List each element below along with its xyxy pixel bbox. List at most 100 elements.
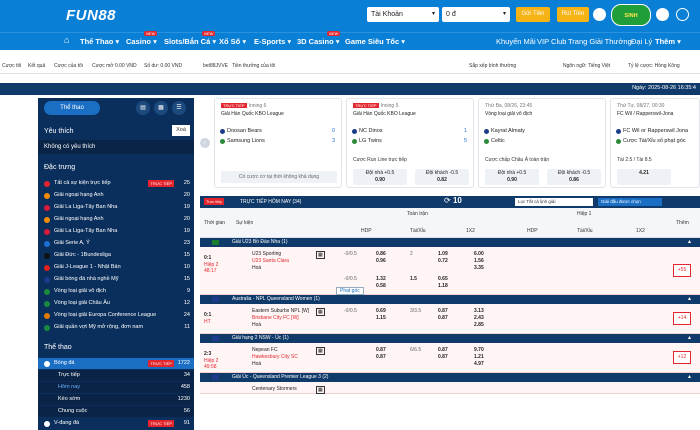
match-card[interactable]: TRỰC TIẾP Inning 6 Giải Hàn Quốc KBO Leagu… — [214, 98, 342, 188]
ou-over[interactable]: 0.87 — [438, 347, 448, 353]
ou-line-2[interactable]: 1.5 — [410, 276, 417, 282]
match-card[interactable]: Thứ Ba, 08/26, 23:45 Vòng loại giải vô đị… — [478, 98, 606, 188]
withdraw-button[interactable]: Rút Tiền — [557, 7, 589, 22]
x2-home[interactable]: 6.00 — [474, 251, 484, 257]
sidebar-featured-item[interactable]: Giải Đức - 1Bundesliga 15 — [38, 250, 194, 261]
sidebar-featured-item[interactable]: Giải La Liga-Tây Ban Nha 19 — [38, 202, 194, 213]
hdp-away[interactable]: 0.96 — [376, 258, 386, 264]
balance-box[interactable]: 0 đ ▾ — [442, 7, 510, 22]
nav-promotions[interactable]: Khuyến Mãi — [496, 37, 536, 46]
home-icon[interactable]: ⌂ — [64, 35, 69, 45]
nav-more[interactable]: Thêm ▾ — [655, 37, 681, 46]
sidebar-featured-item[interactable]: Giải bóng đá nhà nghề Mỹ 15 — [38, 274, 194, 285]
hdp-away[interactable]: 1.15 — [376, 315, 386, 321]
collapse-icon[interactable]: ▴ — [688, 295, 691, 302]
odds-button[interactable]: Đội nhà +0.5 0.90 — [353, 169, 407, 185]
subbar-item[interactable]: Cược của tôi — [54, 63, 83, 69]
list-icon[interactable]: ☰ — [172, 101, 186, 115]
nav-fast-games[interactable]: Game Siêu Tốc ▾ — [345, 37, 405, 46]
league-row[interactable]: Giải hạng 2 NSW - Úc (1) ▴ — [200, 334, 700, 343]
subbar-item[interactable]: Kết quả — [28, 63, 45, 69]
league-row[interactable]: Giải Úc - Queensland Premier League 3 (2… — [200, 373, 700, 382]
x2-home[interactable]: 3.13 — [474, 308, 484, 314]
sidebar-featured-item[interactable]: Giải La Liga-Tây Ban Nha 19 — [38, 226, 194, 237]
sidebar-sport-item[interactable]: V-đang đá 91 TRỰC TIẾP — [38, 418, 194, 429]
chevron-left-icon[interactable]: ‹ — [200, 138, 210, 148]
hdp-home-2[interactable]: 1.32 — [376, 276, 386, 282]
sidebar-sport-item[interactable]: Kèo sớm 1230 — [38, 394, 194, 405]
more-markets-button[interactable]: +55 — [673, 264, 691, 277]
hdp-away[interactable]: 0.87 — [376, 354, 386, 360]
sidebar-featured-item[interactable]: Giải J-League 1 - Nhật Bản 10 — [38, 262, 194, 273]
selected-leagues-button[interactable]: Giải đấu được chọn — [598, 198, 662, 206]
x2-away[interactable]: 1.56 — [474, 258, 484, 264]
nav-agent[interactable]: Đại Lý — [631, 37, 652, 46]
nav-casino[interactable]: Casino ▾ NEW — [126, 31, 158, 46]
match-card[interactable]: TRỰC TIẾP Inning 5 Giải Hàn Quốc KBO Leagu… — [346, 98, 474, 188]
ou-over[interactable]: 0.87 — [438, 308, 448, 314]
user-icon[interactable] — [656, 8, 669, 21]
x2-draw[interactable]: 2.85 — [474, 322, 484, 328]
sort-select[interactable]: Sắp xếp bình thường — [469, 63, 516, 69]
sidebar-featured-item[interactable]: Vòng loại giải Europa Conference League 2… — [38, 310, 194, 321]
notification-icon[interactable] — [593, 8, 606, 21]
hdp-home[interactable]: 0.86 — [376, 251, 386, 257]
tab-sports[interactable]: Thể thao — [44, 101, 100, 115]
nav-esports[interactable]: E-Sports ▾ — [254, 37, 291, 46]
x2-away[interactable]: 2.43 — [474, 315, 484, 321]
sidebar-sport-item[interactable]: Hôm nay 458 — [38, 382, 194, 393]
sidebar-featured-item[interactable]: Giải ngoại hạng Anh 20 — [38, 214, 194, 225]
hdp-home[interactable]: 0.69 — [376, 308, 386, 314]
nav-slots[interactable]: Slots/Bắn Cá ▾ NEW — [164, 31, 216, 46]
x2-draw[interactable]: 3.35 — [474, 265, 484, 271]
language-select[interactable]: Ngôn ngữ: Tiếng Việt — [563, 63, 610, 69]
x2-draw[interactable]: 4.97 — [474, 361, 484, 367]
sidebar-featured-item[interactable]: Giải quần vợt Mỹ mở rộng, đơn nam 11 — [38, 322, 194, 333]
sidebar-featured-item[interactable]: Vòng loại giải Châu Âu 12 — [38, 298, 194, 309]
deposit-button[interactable]: Gửi Tiền — [516, 7, 550, 22]
ou-over[interactable]: 1.09 — [438, 251, 448, 257]
collapse-icon[interactable]: ▴ — [688, 334, 691, 341]
odds-button[interactable]: Đội khách -0.5 0.86 — [547, 169, 601, 185]
more-markets-button[interactable]: +14 — [673, 312, 691, 325]
sidebar-sport-item[interactable]: Bóng đá 1722 TRỰC TIẾP — [38, 358, 194, 369]
sidebar-sport-item[interactable]: Trực tiếp 34 — [38, 370, 194, 381]
x2-home[interactable]: 9.70 — [474, 347, 484, 353]
match-card[interactable]: Thứ Tư, 08/27, 00:30 FC Wil / Rapperswil-… — [610, 98, 700, 188]
league-row[interactable]: Australia - NPL Queensland Women (1) ▴ — [200, 295, 700, 304]
subbar-item[interactable]: Cược tôi — [2, 63, 21, 69]
stats-icon[interactable]: ▦ — [316, 251, 325, 259]
ou-under[interactable]: 0.87 — [438, 315, 448, 321]
stats-icon[interactable]: ▦ — [316, 386, 325, 394]
nav-lottery[interactable]: Xổ Số ▾ — [219, 37, 246, 46]
ou-under[interactable]: 0.87 — [438, 354, 448, 360]
hdp-home[interactable]: 0.87 — [376, 347, 386, 353]
odds-button[interactable]: 4.21 — [617, 169, 671, 185]
birthday-badge[interactable]: SINH THƯỞNG — [611, 4, 651, 41]
ou-under[interactable]: 0.72 — [438, 258, 448, 264]
nav-vip[interactable]: VIP Club — [537, 37, 566, 46]
ou-under-2[interactable]: 1.18 — [438, 283, 448, 289]
odds-format-select[interactable]: Tỷ lệ cược: Hồng Kông — [628, 63, 680, 69]
collapse-icon[interactable]: ▴ — [688, 238, 691, 245]
nav-sports[interactable]: Thể Thao ▾ — [80, 37, 119, 46]
collapse-icon[interactable]: ▴ — [688, 373, 691, 380]
sidebar-featured-item[interactable]: Vòng loại giải vô địch 9 — [38, 286, 194, 297]
sidebar-featured-item[interactable]: Giải Serie A, Ý 23 — [38, 238, 194, 249]
stats-icon[interactable]: ▦ — [316, 308, 325, 316]
sidebar-featured-item[interactable]: Tất cả sự kiện trực tiếp 25 TRỰC TIẾP — [38, 178, 194, 189]
corner-toggle-button[interactable]: Phạt góc — [336, 287, 364, 295]
more-markets-button[interactable]: +12 — [673, 351, 691, 364]
league-filter-select[interactable]: Lọc Tất cả lịnh giải — [515, 198, 593, 206]
x2-away[interactable]: 1.21 — [474, 354, 484, 360]
bet-slip-icon[interactable]: ▤ — [136, 101, 150, 115]
sidebar-sport-item[interactable]: Chung cuộc 56 — [38, 406, 194, 417]
account-dropdown[interactable]: Tài Khoản ▾ — [367, 7, 439, 22]
sidebar-featured-item[interactable]: Giải ngoại hạng Anh 20 — [38, 190, 194, 201]
fun88-logo[interactable]: FUN88 — [66, 7, 116, 24]
hdp-away-2[interactable]: 0.58 — [376, 283, 386, 289]
calendar-icon[interactable]: ▦ — [154, 101, 168, 115]
league-row[interactable]: Giải U23 Bồ Đào Nha (1) ▴ — [200, 238, 700, 247]
ou-over-2[interactable]: 0.65 — [438, 276, 448, 282]
nav-3d-casino[interactable]: 3D Casino ▾ NEW — [297, 31, 341, 46]
